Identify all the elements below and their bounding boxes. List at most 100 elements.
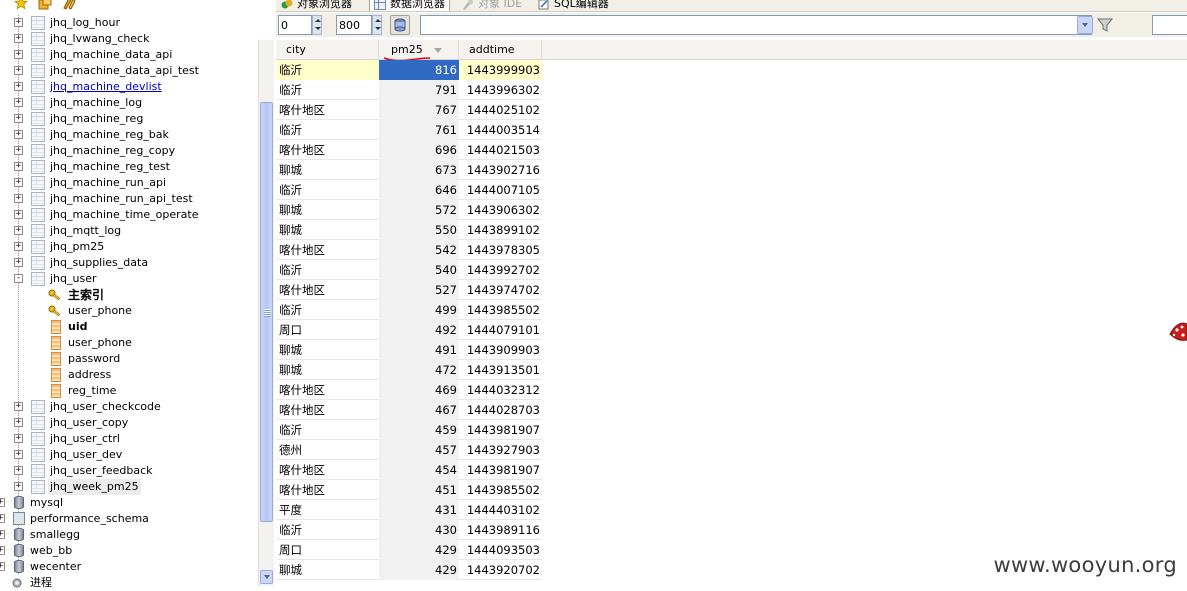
cell-addtime[interactable]: 1444403102	[459, 500, 542, 520]
cell-addtime[interactable]: 1443906302	[459, 200, 542, 220]
tree-table-jhq_pm25[interactable]: + jhq_pm25	[0, 239, 258, 255]
secondary-filter-input[interactable]	[1152, 15, 1187, 35]
cell-pm25[interactable]: 791	[379, 80, 459, 100]
tree-table-jhq_machine_run_api_test[interactable]: + jhq_machine_run_api_test	[0, 191, 258, 207]
cell-city[interactable]: 喀什地区	[276, 400, 379, 420]
cell-pm25[interactable]: 673	[379, 160, 459, 180]
tab-data-browser[interactable]: 数据浏览器	[369, 0, 450, 11]
tree-table-jhq_machine_reg_bak[interactable]: + jhq_machine_reg_bak	[0, 127, 258, 143]
cell-pm25[interactable]: 451	[379, 480, 459, 500]
cell-addtime[interactable]: 1443981907	[459, 420, 542, 440]
tree-column-password[interactable]: password	[0, 351, 258, 367]
cell-addtime[interactable]: 1444093503	[459, 540, 542, 560]
cell-city[interactable]: 临沂	[276, 60, 379, 80]
expand-icon[interactable]: +	[14, 178, 23, 187]
tab-sql-editor[interactable]: SQL编辑器	[538, 0, 609, 11]
cell-pm25[interactable]: 429	[379, 540, 459, 560]
cell-addtime[interactable]: 1443996302	[459, 80, 542, 100]
cell-pm25[interactable]: 761	[379, 120, 459, 140]
cell-city[interactable]: 喀什地区	[276, 280, 379, 300]
expand-icon[interactable]: +	[14, 226, 23, 235]
cell-pm25[interactable]: 816	[379, 60, 459, 80]
table-row[interactable]: 德州 457 1443927903	[276, 440, 542, 460]
filter-input[interactable]	[420, 15, 1092, 35]
cell-city[interactable]: 聊城	[276, 360, 379, 380]
cell-city[interactable]: 临沂	[276, 260, 379, 280]
favorites-star-icon[interactable]	[14, 0, 28, 10]
table-row[interactable]: 喀什地区 542 1443978305	[276, 240, 542, 260]
expand-icon[interactable]: +	[14, 450, 23, 459]
table-row[interactable]: 临沂 540 1443992702	[276, 260, 542, 280]
cell-city[interactable]: 德州	[276, 440, 379, 460]
expand-icon[interactable]: +	[14, 146, 23, 155]
expand-icon[interactable]: +	[14, 82, 23, 91]
cell-pm25[interactable]: 472	[379, 360, 459, 380]
cell-addtime[interactable]: 1443913501	[459, 360, 542, 380]
cell-pm25[interactable]: 430	[379, 520, 459, 540]
query-builder-icon[interactable]	[62, 0, 76, 10]
tree-index-1[interactable]: user_phone	[0, 303, 258, 319]
cell-city[interactable]: 聊城	[276, 160, 379, 180]
cell-city[interactable]: 喀什地区	[276, 460, 379, 480]
tree-table-jhq_mqtt_log[interactable]: + jhq_mqtt_log	[0, 223, 258, 239]
expand-icon[interactable]: +	[14, 194, 23, 203]
scrollbar-thumb[interactable]	[260, 102, 273, 522]
cell-city[interactable]: 聊城	[276, 220, 379, 240]
cell-city[interactable]: 聊城	[276, 340, 379, 360]
cell-pm25[interactable]: 469	[379, 380, 459, 400]
expand-icon[interactable]: +	[0, 530, 5, 539]
scroll-down-arrow-icon[interactable]	[260, 570, 273, 584]
table-row[interactable]: 聊城 550 1443899102	[276, 220, 542, 240]
tree-table-jhq_machine_reg[interactable]: + jhq_machine_reg	[0, 111, 258, 127]
cell-addtime[interactable]: 1443927903	[459, 440, 542, 460]
tab-object-ide[interactable]: 对象 IDE	[462, 0, 522, 11]
cell-city[interactable]: 喀什地区	[276, 480, 379, 500]
limit-input[interactable]	[336, 15, 372, 35]
tree-column-reg_time[interactable]: reg_time	[0, 383, 258, 399]
cell-city[interactable]: 喀什地区	[276, 140, 379, 160]
tree-table-jhq_user_copy[interactable]: + jhq_user_copy	[0, 415, 258, 431]
cell-addtime[interactable]: 1443909903	[459, 340, 542, 360]
tree-index-0[interactable]: 主索引	[0, 287, 258, 303]
tree-column-address[interactable]: address	[0, 367, 258, 383]
table-row[interactable]: 临沂 459 1443981907	[276, 420, 542, 440]
tree-table-jhq_user_checkcode[interactable]: + jhq_user_checkcode	[0, 399, 258, 415]
table-row[interactable]: 喀什地区 469 1444032312	[276, 380, 542, 400]
table-row[interactable]: 聊城 472 1443913501	[276, 360, 542, 380]
collapse-icon[interactable]: -	[14, 274, 23, 283]
cell-pm25[interactable]: 572	[379, 200, 459, 220]
table-row[interactable]: 聊城 429 1443920702	[276, 560, 542, 580]
cell-addtime[interactable]: 1444021503	[459, 140, 542, 160]
tree-table-jhq_user_feedback[interactable]: + jhq_user_feedback	[0, 463, 258, 479]
tree-table-jhq_lvwang_check[interactable]: + jhq_lvwang_check	[0, 31, 258, 47]
cell-addtime[interactable]: 1444003514	[459, 120, 542, 140]
cell-pm25[interactable]: 459	[379, 420, 459, 440]
cell-city[interactable]: 临沂	[276, 300, 379, 320]
cell-pm25[interactable]: 491	[379, 340, 459, 360]
expand-icon[interactable]: +	[14, 34, 23, 43]
cell-city[interactable]: 喀什地区	[276, 380, 379, 400]
expand-icon[interactable]: +	[14, 434, 23, 443]
cell-city[interactable]: 周口	[276, 540, 379, 560]
cell-city[interactable]: 临沂	[276, 520, 379, 540]
expand-icon[interactable]: +	[14, 66, 23, 75]
cell-city[interactable]: 周口	[276, 320, 379, 340]
expand-icon[interactable]: +	[14, 50, 23, 59]
refresh-button[interactable]	[390, 15, 410, 35]
table-row[interactable]: 喀什地区 467 1444028703	[276, 400, 542, 420]
expand-icon[interactable]: +	[14, 130, 23, 139]
cell-pm25[interactable]: 467	[379, 400, 459, 420]
cell-addtime[interactable]: 1443899102	[459, 220, 542, 240]
cell-addtime[interactable]: 1443985502	[459, 300, 542, 320]
cell-addtime[interactable]: 1443902716	[459, 160, 542, 180]
column-header-addtime[interactable]: addtime	[459, 40, 542, 60]
table-row[interactable]: 喀什地区 696 1444021503	[276, 140, 542, 160]
expand-icon[interactable]: +	[14, 418, 23, 427]
tree-table-jhq_machine_run_api[interactable]: + jhq_machine_run_api	[0, 175, 258, 191]
tree-database-wecenter[interactable]: + wecenter	[0, 559, 258, 575]
cell-pm25[interactable]: 550	[379, 220, 459, 240]
offset-spinner[interactable]	[312, 15, 322, 35]
table-row[interactable]: 喀什地区 527 1443974702	[276, 280, 542, 300]
cell-addtime[interactable]: 1444028703	[459, 400, 542, 420]
cell-city[interactable]: 平度	[276, 500, 379, 520]
